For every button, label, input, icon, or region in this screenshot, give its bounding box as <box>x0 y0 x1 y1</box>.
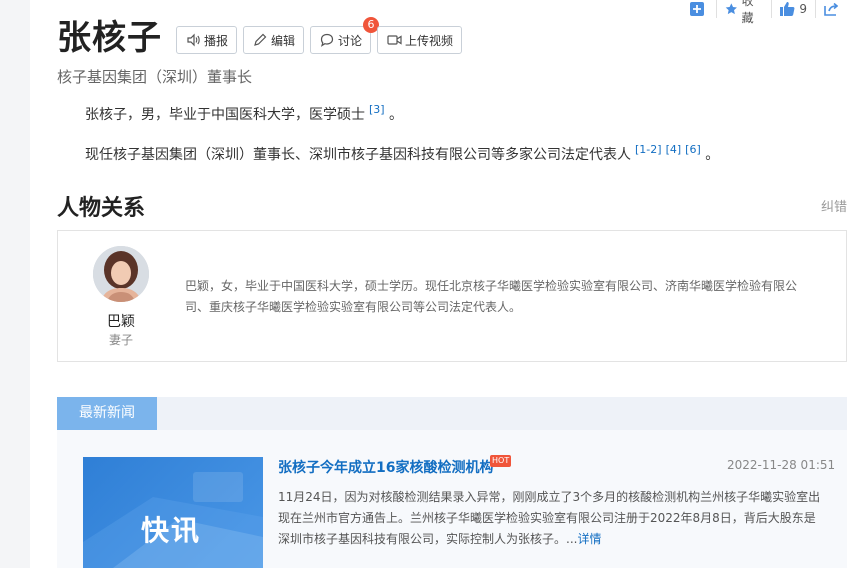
discuss-label: 讨论 <box>338 33 363 48</box>
reference-link[interactable]: [4] <box>666 143 682 156</box>
speaker-icon <box>185 32 201 48</box>
star-icon <box>725 3 737 15</box>
relation-description: 巴颖，女，毕业于中国医科大学，硕士学历。现任北京核子华曦医学检验实验室有限公司、… <box>185 279 798 314</box>
favorite-label: 收藏 <box>741 0 754 25</box>
tab-latest-news[interactable]: 最新新闻 <box>57 397 157 430</box>
video-camera-icon <box>386 32 402 48</box>
avatar[interactable] <box>93 246 149 302</box>
share-button[interactable] <box>815 0 850 18</box>
summary-end-2: 。 <box>705 147 720 163</box>
thumb-up-icon <box>780 2 795 16</box>
summary-paragraph-1: 张核子，男，毕业于中国医科大学，医学硕士 [3] 。 <box>85 100 403 125</box>
relation-name[interactable]: 巴颖 <box>86 311 156 331</box>
like-count: 9 <box>799 2 807 16</box>
title-row: 张核子 播报 编辑 讨论 6 上传视频 <box>57 17 468 58</box>
edit-button[interactable]: 编辑 <box>243 26 305 54</box>
news-title-link[interactable]: 张核子今年成立16家核酸检测机构 <box>278 457 493 477</box>
page-title: 张核子 <box>57 18 162 58</box>
correction-link[interactable]: 纠错 <box>821 196 847 215</box>
action-buttons: 播报 编辑 讨论 6 上传视频 <box>176 17 468 54</box>
news-date: 2022-11-28 01:51 <box>727 458 836 472</box>
broadcast-label: 播报 <box>204 33 229 48</box>
reference-link[interactable]: [6] <box>685 143 701 156</box>
share-icon <box>824 2 838 16</box>
edit-label: 编辑 <box>271 33 296 48</box>
details-link[interactable]: 详情 <box>577 532 601 546</box>
relation-role: 妻子 <box>108 333 133 347</box>
summary-end-1: 。 <box>389 107 404 123</box>
reference-link[interactable]: [1-2] <box>635 143 662 156</box>
broadcast-button[interactable]: 播报 <box>176 26 238 54</box>
summary-text-1: 张核子，男，毕业于中国医科大学，医学硕士 <box>85 107 365 123</box>
top-toolbar: 收藏 9 <box>682 0 850 25</box>
discuss-button[interactable]: 讨论 6 <box>310 17 380 54</box>
upload-video-button[interactable]: 上传视频 <box>377 26 463 54</box>
news-tab-bar <box>157 397 847 430</box>
summary-text-2: 现任核子基因集团（深圳）董事长、深圳市核子基因科技有限公司等多家公司法定代表人 <box>85 147 631 163</box>
news-thumbnail[interactable]: 快讯 <box>83 457 263 568</box>
news-section: 最新新闻 快讯 张核子今年成立16家核酸检测机构 HOT 2022-11-28 … <box>57 397 847 568</box>
reference-link[interactable]: [3] <box>369 103 385 116</box>
news-summary: 11月24日，因为对核酸检测结果录入异常，刚刚成立了3个多月的核酸检测机构兰州核… <box>278 487 823 550</box>
relations-title: 人物关系 <box>57 196 146 221</box>
plus-square-icon <box>690 2 704 16</box>
upload-video-label: 上传视频 <box>405 33 454 48</box>
add-button[interactable] <box>682 0 716 18</box>
chat-bubble-icon <box>319 32 335 48</box>
like-button[interactable]: 9 <box>771 0 815 18</box>
news-summary-text: 11月24日，因为对核酸检测结果录入异常，刚刚成立了3个多月的核酸检测机构兰州核… <box>278 490 821 546</box>
page-subtitle: 核子基因集团（深圳）董事长 <box>57 68 253 86</box>
pencil-icon <box>252 32 268 48</box>
thumbnail-text: 快讯 <box>141 514 202 547</box>
summary-paragraph-2: 现任核子基因集团（深圳）董事长、深圳市核子基因科技有限公司等多家公司法定代表人 [… <box>85 140 719 165</box>
favorite-button[interactable]: 收藏 <box>716 0 771 25</box>
relation-card: 巴颖 妻子 巴颖，女，毕业于中国医科大学，硕士学历。现任北京核子华曦医学检验实验… <box>57 230 847 362</box>
page: 收藏 9 张核子 播报 编辑 讨论 6 上传视频 核子基因集团（深圳）董事长 张… <box>30 0 850 568</box>
hot-badge: HOT <box>490 455 512 467</box>
